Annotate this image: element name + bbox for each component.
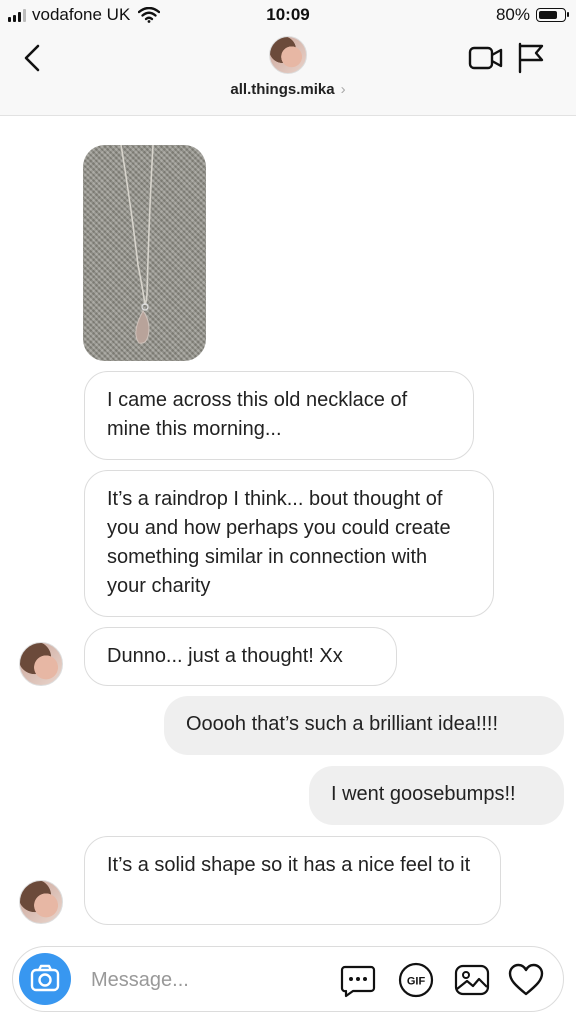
flag-icon[interactable] — [516, 42, 546, 74]
message-text: Dunno... just a thought! Xx — [107, 645, 343, 667]
video-camera-icon[interactable] — [468, 44, 504, 72]
message-text: Ooooh that’s such a brilliant idea!!!! — [186, 713, 499, 735]
message-bubble-incoming[interactable]: It’s a raindrop I think... bout thought … — [84, 470, 494, 617]
back-arrow-icon[interactable] — [18, 40, 50, 76]
battery-info: 80% — [495, 5, 569, 25]
message-bubble-incoming[interactable]: It’s a solid shape so it has a nice feel… — [84, 836, 501, 925]
message-composer: GIF — [12, 946, 564, 1012]
message-input[interactable] — [89, 963, 323, 997]
status-bar: vodafone UK 10:09 80% — [0, 0, 576, 30]
message-text: It’s a raindrop I think... bout thought … — [107, 488, 451, 597]
message-bubble-incoming[interactable]: I came across this old necklace of mine … — [84, 371, 474, 460]
camera-button[interactable] — [19, 953, 71, 1005]
battery-icon — [536, 8, 569, 22]
chevron-right-icon: › — [340, 81, 346, 98]
more-icon[interactable] — [339, 961, 377, 999]
message-bubble-incoming[interactable]: Dunno... just a thought! Xx — [84, 627, 397, 686]
profile-username[interactable]: all.things.mika › — [0, 81, 576, 98]
necklace-photo-message[interactable] — [83, 145, 206, 361]
battery-percent: 80% — [495, 5, 530, 24]
sender-avatar[interactable] — [19, 642, 63, 686]
camera-icon — [30, 964, 60, 992]
gif-icon[interactable]: GIF — [397, 961, 435, 999]
message-text: I came across this old necklace of mine … — [107, 389, 408, 440]
profile-avatar[interactable] — [269, 36, 307, 74]
username-label: all.things.mika — [230, 81, 335, 98]
gif-label: GIF — [407, 976, 426, 988]
necklace-image — [120, 145, 154, 344]
conversation-header: all.things.mika › — [0, 30, 576, 116]
message-bubble-outgoing[interactable]: I went goosebumps!! — [309, 766, 564, 825]
message-text: It’s a solid shape so it has a nice feel… — [107, 854, 471, 876]
message-bubble-outgoing[interactable]: Ooooh that’s such a brilliant idea!!!! — [164, 696, 564, 755]
message-text: I went goosebumps!! — [331, 783, 516, 805]
gallery-icon[interactable] — [453, 961, 491, 999]
heart-icon[interactable] — [507, 961, 545, 999]
clock: 10:09 — [266, 5, 310, 24]
sender-avatar[interactable] — [19, 880, 63, 924]
